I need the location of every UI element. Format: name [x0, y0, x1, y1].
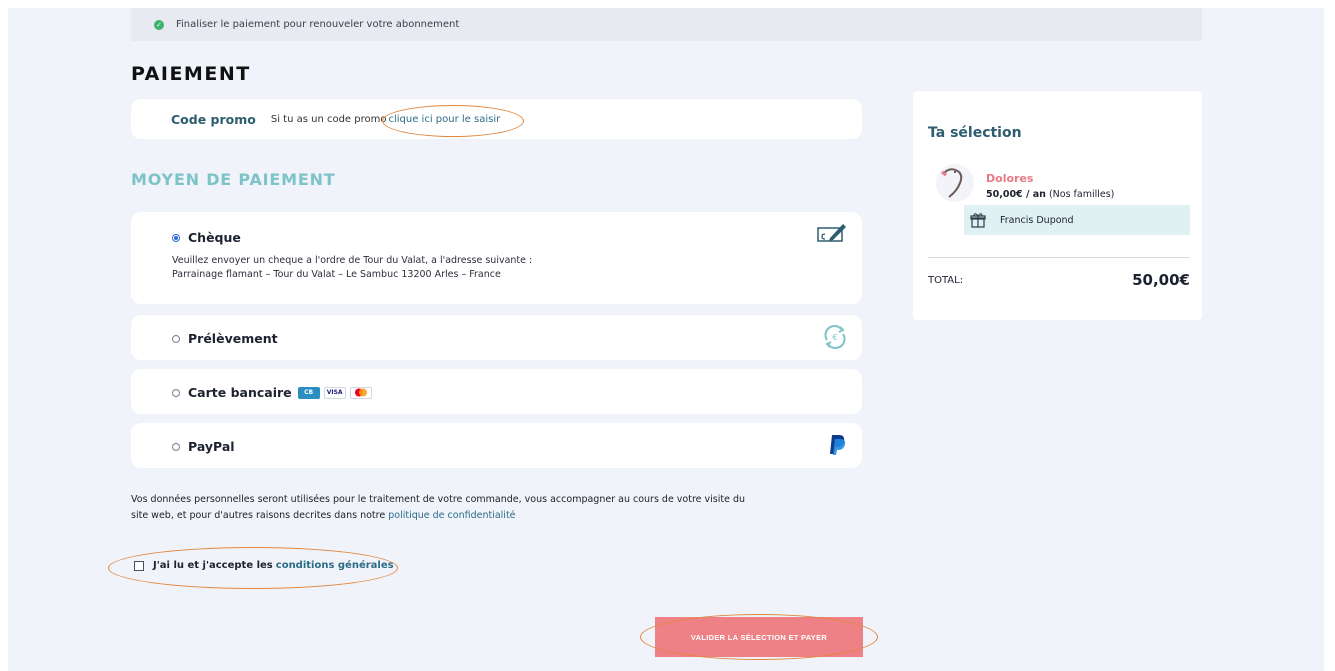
page-title: PAIEMENT — [131, 63, 251, 85]
visa-card-icon: VISA — [323, 386, 346, 399]
terms-text: J'ai lu et j'accepte les — [153, 560, 273, 571]
promo-text: Si tu as un code promo — [270, 113, 387, 125]
svg-text:€: € — [832, 333, 837, 342]
gift-recipient: Francis Dupond — [964, 205, 1190, 235]
terms-acceptance[interactable]: J'ai lu et j'accepte les conditions géné… — [134, 560, 394, 571]
notice-bar: ✓ Finaliser le paiement pour renouveler … — [131, 8, 1202, 41]
cb-card-icon: CB — [297, 386, 320, 399]
promo-code-link[interactable]: clique ici pour le saisir — [382, 104, 525, 137]
summary-item-name: Dolores — [986, 172, 1034, 185]
promo-code-card: Code promo Si tu as un code promo clique… — [131, 99, 862, 139]
cheque-radio[interactable] — [172, 233, 180, 242]
recurring-payment-icon: € — [824, 325, 846, 349]
privacy-notice: Vos données personnelles seront utilisée… — [131, 492, 751, 524]
privacy-policy-link[interactable]: politique de confidentialité — [388, 510, 515, 521]
notice-text: Finaliser le paiement pour renouveler vo… — [176, 19, 460, 30]
payment-method-title: MOYEN DE PAIEMENT — [131, 170, 336, 189]
payment-option-direct-debit[interactable]: Prélèvement € — [131, 315, 862, 360]
cheque-label: Chèque — [188, 230, 241, 245]
terms-link[interactable]: conditions générales — [276, 560, 394, 571]
cheque-icon — [817, 224, 846, 242]
summary-item-price: 50,00€ / an (Nos familles) — [986, 189, 1114, 200]
cheque-desc-line1: Veuillez envoyer un cheque a l'ordre de … — [172, 255, 533, 266]
paypal-label: PayPal — [188, 439, 235, 454]
payment-option-paypal[interactable]: PayPal — [131, 423, 862, 468]
summary-divider — [928, 257, 1190, 258]
payment-option-cheque[interactable]: Chèque Veuillez envoyer un cheque a l'or… — [131, 212, 862, 304]
paypal-icon — [830, 435, 846, 455]
payment-option-card[interactable]: Carte bancaire CB VISA — [131, 369, 862, 414]
cheque-desc-line2: Parrainage flamant – Tour du Valat – Le … — [172, 269, 501, 280]
selection-summary: Ta sélection Dolores 50,00€ / an (Nos fa… — [913, 91, 1202, 320]
mastercard-icon — [349, 386, 372, 399]
summary-plan: (Nos familles) — [1048, 189, 1115, 200]
gift-icon — [970, 213, 986, 228]
summary-price-value: 50,00€ / an — [986, 189, 1046, 200]
total-label: TOTAL: — [928, 275, 964, 286]
promo-label: Code promo — [171, 111, 256, 127]
summary-title: Ta sélection — [928, 125, 1022, 141]
gift-recipient-name: Francis Dupond — [1000, 214, 1074, 226]
direct-debit-radio[interactable] — [172, 334, 180, 343]
annotation-ring-pay — [640, 614, 878, 660]
flamingo-avatar — [936, 164, 974, 202]
paypal-radio[interactable] — [172, 442, 180, 451]
card-radio[interactable] — [172, 388, 180, 397]
card-label: Carte bancaire — [188, 385, 292, 400]
check-circle-icon: ✓ — [154, 19, 164, 30]
terms-checkbox[interactable] — [134, 560, 144, 571]
total-value: 50,00€ — [1132, 271, 1190, 289]
direct-debit-label: Prélèvement — [188, 331, 278, 346]
